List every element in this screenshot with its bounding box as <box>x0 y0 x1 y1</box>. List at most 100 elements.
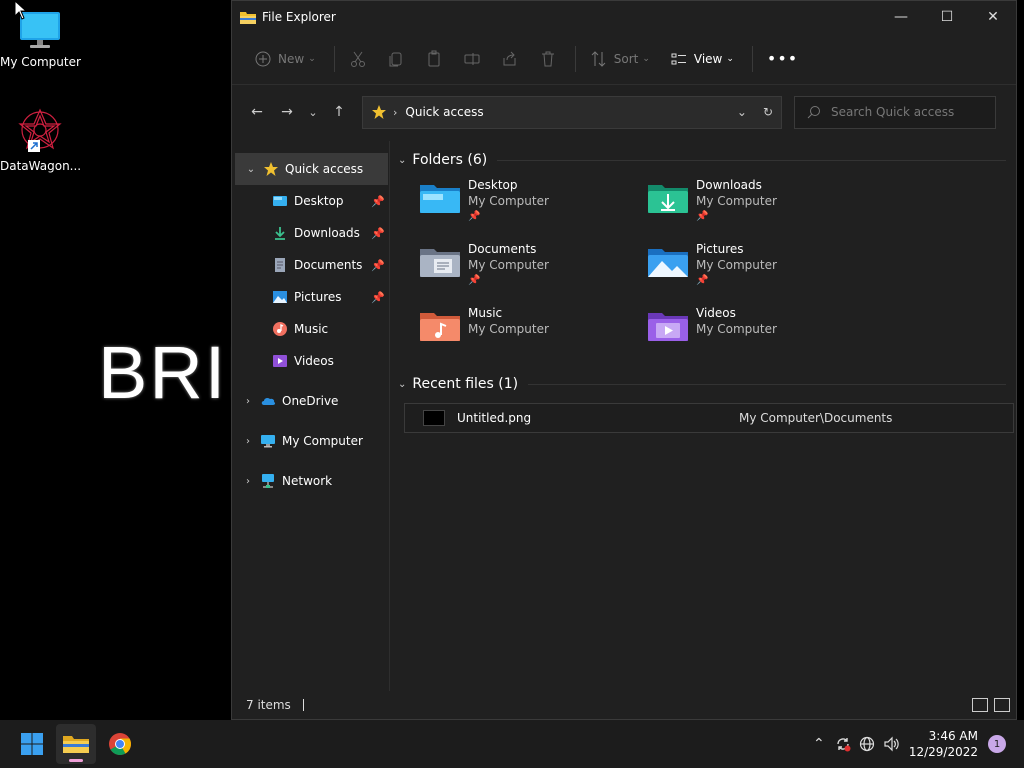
volume-button[interactable] <box>879 732 903 756</box>
view-list-icon <box>671 53 686 64</box>
recent-file-row[interactable]: Untitled.png My Computer\Documents <box>404 403 1014 433</box>
view-toggle <box>966 698 1010 712</box>
sort-button[interactable]: Sort ⌄ <box>582 43 658 75</box>
sidebar-item-downloads[interactable]: Downloads 📌 <box>232 217 389 249</box>
arrow-up-icon: ↑ <box>333 104 345 120</box>
cut-button[interactable] <box>341 43 375 75</box>
chevron-down-icon: ⌄ <box>308 53 316 64</box>
recent-locations-button[interactable]: ⌄ <box>302 97 324 127</box>
up-button[interactable]: ↑ <box>324 97 354 127</box>
forward-button[interactable]: → <box>272 97 302 127</box>
desktop-icon-my-computer[interactable]: My Computer <box>0 10 81 69</box>
maximize-button[interactable]: ☐ <box>924 1 970 33</box>
sidebar-item-label: Desktop <box>294 194 344 208</box>
toolbar-divider <box>751 45 753 72</box>
pin-icon: 📌 <box>696 211 709 222</box>
music-icon <box>273 322 287 336</box>
more-options-button[interactable]: ••• <box>759 43 806 75</box>
back-button[interactable]: ← <box>242 97 272 127</box>
sidebar-item-desktop[interactable]: Desktop 📌 <box>232 185 389 217</box>
share-icon <box>503 51 516 65</box>
folders-section-header[interactable]: ⌄ Folders (6) <box>398 147 1016 173</box>
toolbar-divider <box>333 45 335 72</box>
delete-button[interactable] <box>531 43 565 75</box>
folder-tile-music[interactable]: Music My Computer <box>418 305 646 369</box>
music-folder-icon <box>420 313 460 341</box>
rename-button[interactable] <box>455 43 489 75</box>
refresh-button[interactable]: ↻ <box>763 105 773 119</box>
folder-tile-desktop[interactable]: Desktop My Computer 📌 <box>418 177 646 241</box>
desktop-icon-label: My Computer <box>0 55 81 69</box>
folder-location: My Computer <box>696 322 777 336</box>
sync-status-icon[interactable] <box>831 732 855 756</box>
notification-badge[interactable]: 1 <box>988 735 1006 753</box>
chevron-up-icon: ⌃ <box>812 736 825 752</box>
sidebar-item-label: Network <box>282 474 333 488</box>
navigation-pane: ⌄ Quick access Desktop 📌 Downloads 📌 Doc… <box>232 141 390 691</box>
folder-tile-downloads[interactable]: Downloads My Computer 📌 <box>646 177 874 241</box>
new-button[interactable]: New ⌄ <box>246 43 324 75</box>
folder-tile-videos[interactable]: Videos My Computer <box>646 305 874 369</box>
sidebar-item-documents[interactable]: Documents 📌 <box>232 249 389 281</box>
clock-date: 12/29/2022 <box>908 745 978 759</box>
file-explorer-window: File Explorer — ☐ ✕ New ⌄ Sort ⌄ View ⌄ … <box>231 0 1017 720</box>
folder-tile-documents[interactable]: Documents My Computer 📌 <box>418 241 646 305</box>
sidebar-item-pictures[interactable]: Pictures 📌 <box>232 281 389 313</box>
cloud-icon <box>261 397 276 405</box>
taskbar-file-explorer[interactable] <box>56 724 96 764</box>
chevron-right-icon: › <box>246 435 250 447</box>
copy-button[interactable] <box>379 43 413 75</box>
videos-folder-icon <box>648 313 688 341</box>
pictures-folder-icon <box>648 249 688 277</box>
folders-grid: Desktop My Computer 📌 Downloads My Compu… <box>398 177 1016 369</box>
large-icons-view-icon[interactable] <box>994 698 1010 712</box>
view-button[interactable]: View ⌄ <box>662 43 742 75</box>
sort-icon <box>591 50 606 67</box>
sidebar-item-network[interactable]: › Network <box>232 465 389 497</box>
folder-tile-pictures[interactable]: Pictures My Computer 📌 <box>646 241 874 305</box>
chevron-down-icon: ⌄ <box>308 105 318 119</box>
search-input[interactable] <box>829 104 979 120</box>
show-hidden-icons-button[interactable]: ⌃ <box>807 732 831 756</box>
minimize-button[interactable]: — <box>878 1 924 33</box>
chevron-down-icon: ⌄ <box>642 53 650 64</box>
address-location[interactable]: Quick access <box>405 105 483 119</box>
window-title: File Explorer <box>262 10 336 24</box>
scissors-icon <box>350 51 365 67</box>
monitor-icon <box>261 435 275 448</box>
arrow-right-icon: → <box>281 104 293 120</box>
arrow-left-icon: ← <box>251 104 263 120</box>
clock[interactable]: 3:46 AM 12/29/2022 <box>909 728 978 760</box>
sidebar-item-label: Pictures <box>294 290 342 304</box>
desktop-icon-datawagon[interactable]: DataWagon... <box>0 106 81 173</box>
network-status-icon[interactable] <box>855 732 879 756</box>
taskbar-chrome[interactable] <box>100 724 140 764</box>
recent-files-section-header[interactable]: ⌄ Recent files (1) <box>398 371 1016 397</box>
folder-icon <box>63 736 89 753</box>
address-history-dropdown[interactable]: ⌄ <box>737 105 747 119</box>
folder-icon <box>240 12 256 24</box>
sidebar-item-my-computer[interactable]: › My Computer <box>232 425 389 457</box>
close-button[interactable]: ✕ <box>970 1 1016 33</box>
recent-file-path: My Computer\Documents <box>739 411 893 425</box>
sidebar-item-videos[interactable]: Videos <box>232 345 389 377</box>
chevron-down-icon: ⌄ <box>246 163 256 175</box>
toolbar-divider <box>574 45 576 72</box>
search-box[interactable] <box>794 95 996 129</box>
folder-location: My Computer <box>468 194 549 208</box>
paste-button[interactable] <box>417 43 451 75</box>
sidebar-item-quick-access[interactable]: ⌄ Quick access <box>235 153 388 185</box>
wallpaper-text: BRIN <box>98 331 232 414</box>
details-view-icon[interactable] <box>972 698 988 712</box>
address-bar[interactable]: › Quick access ⌄ ↻ <box>362 95 782 129</box>
network-icon <box>262 474 274 488</box>
folder-name: Videos <box>696 306 736 320</box>
title-bar[interactable]: File Explorer — ☐ ✕ <box>232 1 1016 33</box>
desktop-folder-icon <box>273 196 287 206</box>
share-button[interactable] <box>493 43 527 75</box>
sidebar-item-music[interactable]: Music <box>232 313 389 345</box>
start-button[interactable] <box>12 724 52 764</box>
item-count: 7 items <box>246 698 291 712</box>
sync-icon <box>837 738 851 752</box>
sidebar-item-onedrive[interactable]: › OneDrive <box>232 385 389 417</box>
